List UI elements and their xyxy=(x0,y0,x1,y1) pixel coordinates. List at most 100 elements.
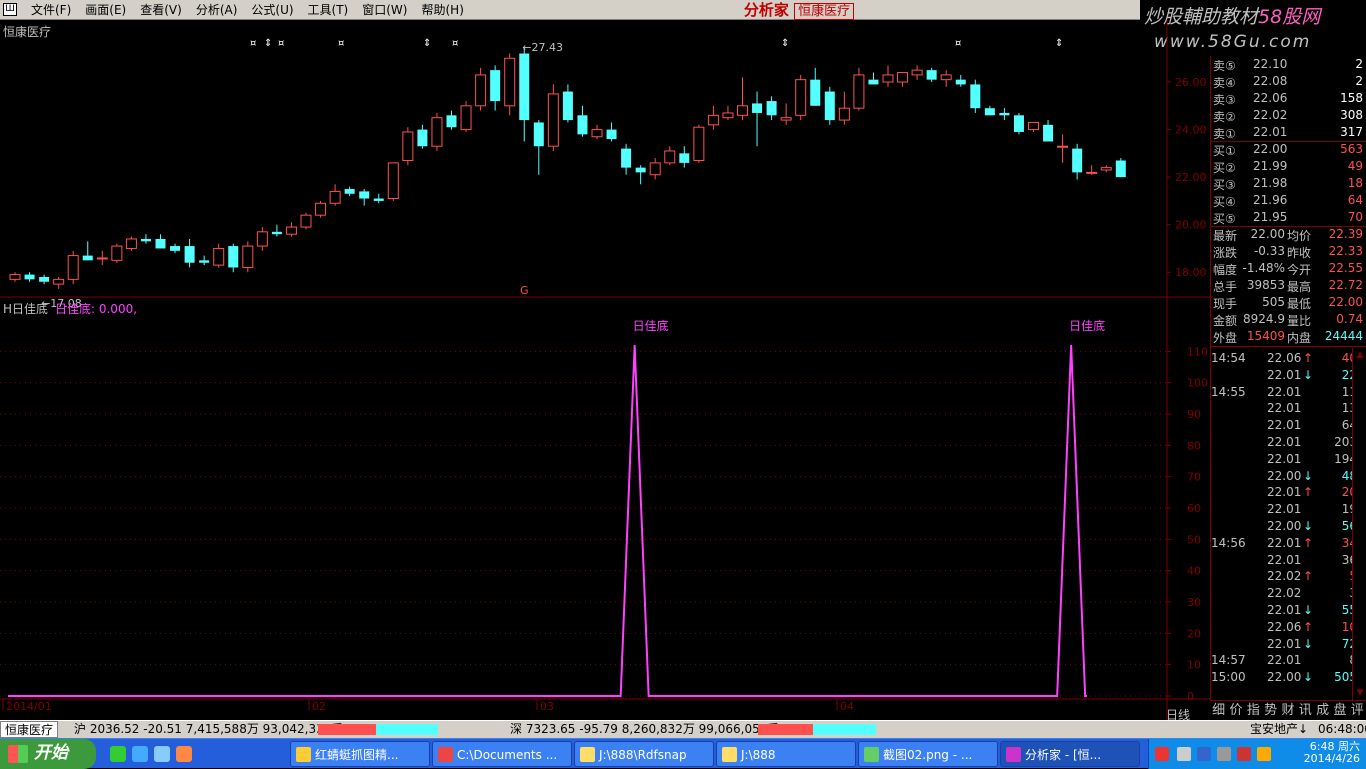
network-icon[interactable] xyxy=(1197,747,1211,761)
tick-time: 14:57 xyxy=(1211,653,1246,668)
up-arrow-icon: ↑ xyxy=(1303,535,1314,550)
tick-row: 22.00 ↓ 48 xyxy=(1211,468,1361,485)
menu-file[interactable]: 文件(F) xyxy=(24,0,78,20)
price-tick-label: 26.00 xyxy=(1175,76,1207,89)
candle-up xyxy=(96,257,108,260)
candle-up xyxy=(1057,145,1069,148)
quote-price: 21.96 xyxy=(1253,193,1288,207)
task-item[interactable]: 截图02.png - ... xyxy=(858,741,998,767)
panel-tab[interactable]: 细 xyxy=(1210,701,1227,720)
candle-up xyxy=(111,245,123,261)
panel-tab[interactable]: 评 xyxy=(1349,701,1366,720)
status-ticker: 宝安地产↓ xyxy=(1250,722,1309,736)
tick-price: 22.00 xyxy=(1267,468,1302,483)
tick-row: 14:5722.018 xyxy=(1211,652,1361,669)
panel-tab[interactable]: 成 xyxy=(1314,701,1331,720)
quote-volume: 2 xyxy=(1355,57,1363,71)
price-tick-label: 22.00 xyxy=(1175,171,1207,184)
menu-screen[interactable]: 画面(E) xyxy=(78,0,133,20)
task-label: 分析家 - [恒... xyxy=(1025,748,1102,762)
task-item[interactable]: 红蜻蜓抓图精... xyxy=(290,741,430,767)
tick-price: 22.01 xyxy=(1267,485,1302,500)
menu-tools[interactable]: 工具(T) xyxy=(301,0,356,20)
menu-analysis[interactable]: 分析(A) xyxy=(189,0,245,20)
scroll-down-icon[interactable]: ▼ xyxy=(1355,688,1365,698)
candle-up xyxy=(649,162,661,176)
quote-volume: 49 xyxy=(1347,159,1363,173)
sell-row: 卖⑤ 22.10 2 xyxy=(1211,56,1366,73)
folder-icon xyxy=(580,747,595,762)
ie-icon[interactable] xyxy=(132,746,148,762)
scroll-up-icon[interactable]: ▲ xyxy=(1355,350,1365,360)
candle-down xyxy=(39,276,50,282)
up-arrow-icon: ↑ xyxy=(1303,619,1314,634)
panel-tab[interactable]: 盘 xyxy=(1331,701,1348,720)
quicklaunch-icon[interactable] xyxy=(176,746,192,762)
task-item[interactable]: J:\888\Rdfsnap xyxy=(574,741,714,767)
indicator-tick-label: 40 xyxy=(1187,565,1201,578)
info-marker-icon: ¤ xyxy=(338,38,344,49)
candle-up xyxy=(315,202,327,216)
sh-down-bar xyxy=(376,724,438,735)
up-arrow-icon: ↑ xyxy=(1303,485,1314,500)
app-name: 分析家 xyxy=(743,1,789,19)
quicklaunch-icon[interactable] xyxy=(154,746,170,762)
candle-up xyxy=(329,190,341,204)
tray-icon[interactable] xyxy=(1237,747,1251,761)
quote-price: 22.06 xyxy=(1253,91,1288,105)
tick-scrollbar[interactable]: ▲ ▼ xyxy=(1352,348,1366,700)
task-item[interactable]: C:\Documents ... xyxy=(432,741,572,767)
tick-price: 22.01 xyxy=(1267,603,1302,617)
stat-value: 22.55 xyxy=(1328,261,1363,275)
menu-window[interactable]: 窗口(W) xyxy=(355,0,414,20)
panel-tab[interactable]: 指 xyxy=(1245,701,1262,720)
tick-price: 22.01 xyxy=(1267,384,1302,399)
clock[interactable]: 6:48 周六 2014/4/26 xyxy=(1304,741,1360,765)
panel-tab[interactable]: 财 xyxy=(1279,701,1296,720)
indicator-tick-label: 30 xyxy=(1187,596,1201,609)
app-logo-icon[interactable]: Ш xyxy=(3,3,17,16)
tray-icon[interactable] xyxy=(1257,747,1271,761)
task-item[interactable]: J:\888 xyxy=(716,741,856,767)
stat-label: 今开 xyxy=(1287,263,1312,277)
stat-label: 内盘 xyxy=(1287,331,1312,345)
tray-icon[interactable] xyxy=(1155,747,1169,761)
down-arrow-icon: ↓ xyxy=(1303,636,1314,651)
down-arrow-icon: ↓ xyxy=(1303,468,1314,483)
tick-row: 22.01 ↓ 22 xyxy=(1211,367,1361,384)
candle-up xyxy=(300,214,312,228)
tick-row: 15:00 22.00 ↓ 505 xyxy=(1211,669,1361,686)
indicator-value: 日佳底: 0.000, xyxy=(55,302,138,316)
stat-value: 22.39 xyxy=(1328,227,1363,241)
candle-down xyxy=(635,167,646,173)
panel-tab[interactable]: 价 xyxy=(1227,701,1244,720)
folder-icon xyxy=(722,747,737,762)
stat-row: 金额 8924.9 量比 0.74 xyxy=(1211,311,1366,328)
chart-area[interactable]: 26.00 24.00 22.00 20.00 18.00 ←27.43 ←17.08 G ¤ ⇕… xyxy=(0,20,1210,720)
tick-row: 22.01 ↓ 55 xyxy=(1211,602,1361,619)
candle-up xyxy=(504,57,516,107)
panel-tab[interactable]: 讯 xyxy=(1297,701,1314,720)
panel-tab[interactable]: 势 xyxy=(1262,701,1279,720)
start-button[interactable]: 开始 xyxy=(0,739,96,769)
task-label: C:\Documents ... xyxy=(457,748,558,762)
chart-canvas[interactable]: 26.0024.0022.0020.0018.00←27.43←17.08G¤ ⇕… xyxy=(0,20,1210,720)
x-tick-label: 04 xyxy=(840,700,854,713)
tick-row: 22.01 13 xyxy=(1211,400,1361,417)
status-stock-tab[interactable]: 恒康医疗 xyxy=(0,721,59,738)
candle-up xyxy=(431,117,443,147)
help-icon[interactable] xyxy=(1177,747,1191,761)
indicator-tick-label: 50 xyxy=(1187,533,1201,546)
quote-volume: 70 xyxy=(1347,210,1363,224)
volume-icon[interactable] xyxy=(1217,747,1231,761)
menu-view[interactable]: 查看(V) xyxy=(133,0,189,20)
menu-formula[interactable]: 公式(U) xyxy=(244,0,300,20)
stat-label: 量比 xyxy=(1287,314,1312,328)
candle-down xyxy=(606,129,617,140)
down-arrow-icon: ↓ xyxy=(1303,519,1314,533)
candle-up xyxy=(67,255,79,280)
x-tick-label: 03 xyxy=(540,700,554,713)
stat-label: 最高 xyxy=(1287,280,1312,294)
task-item-active[interactable]: 分析家 - [恒... xyxy=(1000,741,1140,767)
quicklaunch-icon[interactable] xyxy=(110,746,126,762)
